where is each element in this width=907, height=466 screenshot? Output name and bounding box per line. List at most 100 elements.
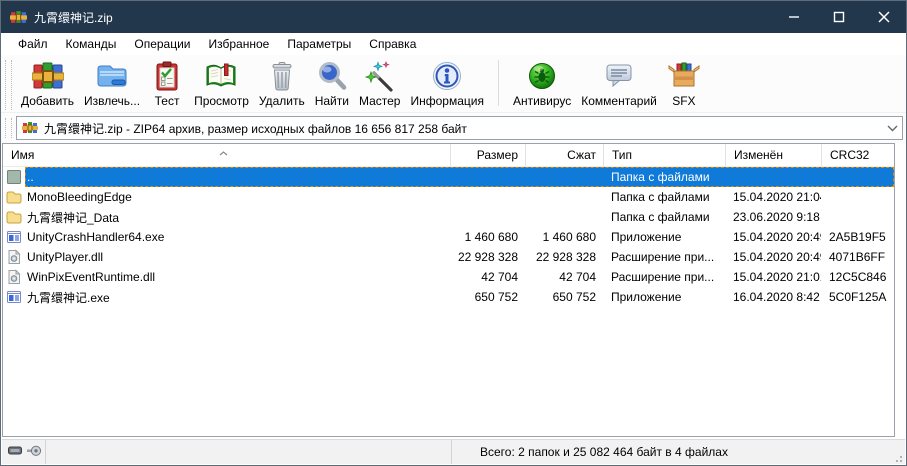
- column-header-crc32[interactable]: CRC32: [821, 144, 894, 166]
- toolbar-label: Удалить: [259, 94, 305, 108]
- file-modified: 15.04.2020 21:01: [725, 270, 821, 284]
- comment-icon: [602, 59, 636, 93]
- file-name: UnityPlayer.dll: [25, 250, 450, 264]
- find-button[interactable]: Найти: [310, 58, 354, 109]
- menu-operations[interactable]: Операции: [125, 33, 199, 55]
- folder-icon: [3, 209, 25, 225]
- toolbar-label: Информация: [410, 94, 483, 108]
- menu-commands[interactable]: Команды: [57, 33, 126, 55]
- table-row[interactable]: 九霄缳神记.exe 650 752 650 752 Приложение 16.…: [3, 287, 894, 307]
- toolbar-label: Мастер: [359, 94, 401, 108]
- comment-button[interactable]: Комментарий: [576, 58, 662, 109]
- column-header-modified[interactable]: Изменён: [725, 144, 821, 166]
- toolbar-label: Извлечь...: [84, 94, 140, 108]
- column-header-size[interactable]: Размер: [450, 144, 525, 166]
- menu-file[interactable]: Файл: [9, 33, 57, 55]
- window-title: 九霄缳神记.zip: [34, 9, 771, 26]
- archive-path-text: 九霄缳神记.zip - ZIP64 архив, размер исходных…: [44, 120, 883, 137]
- table-row[interactable]: WinPixEventRuntime.dll 42 704 42 704 Рас…: [3, 267, 894, 287]
- close-icon: [878, 11, 890, 23]
- file-crc32: 12C5C846: [821, 270, 894, 284]
- toolbar-label: Найти: [315, 94, 349, 108]
- file-list-panel: Имя Размер Сжат Тип Изменён CRC32 .. Пап…: [2, 143, 895, 437]
- info-button[interactable]: Информация: [405, 58, 488, 109]
- column-header-packed[interactable]: Сжат: [525, 144, 603, 166]
- maximize-icon: [833, 11, 845, 23]
- toolbar-label: Добавить: [21, 94, 74, 108]
- file-modified: 23.06.2020 9:18: [725, 210, 821, 224]
- toolbar-label: Антивирус: [513, 94, 571, 108]
- wizard-icon: [363, 59, 397, 93]
- extract-button[interactable]: Извлечь...: [79, 58, 145, 109]
- status-middle-section: [46, 440, 452, 464]
- file-packed: 650 752: [525, 290, 603, 304]
- toolbar-label: Комментарий: [581, 94, 657, 108]
- address-bar-row: 九霄缳神记.zip - ZIP64 архив, размер исходных…: [1, 113, 906, 143]
- info-icon: [430, 59, 464, 93]
- table-row[interactable]: .. Папка с файлами: [3, 167, 894, 187]
- status-total-text: Всего: 2 папок и 25 082 464 байт в 4 фай…: [480, 445, 728, 459]
- file-modified: 15.04.2020 20:49: [725, 250, 821, 264]
- title-bar: 九霄缳神记.zip: [1, 1, 906, 33]
- view-button[interactable]: Просмотр: [189, 58, 254, 109]
- antivirus-button[interactable]: Антивирус: [508, 58, 576, 109]
- file-name: MonoBleedingEdge: [25, 190, 450, 204]
- file-type: Папка с файлами: [603, 170, 725, 184]
- file-type: Приложение: [603, 230, 725, 244]
- file-packed: 1 460 680: [525, 230, 603, 244]
- status-icons-section: [2, 440, 46, 464]
- resize-grip[interactable]: [893, 452, 903, 462]
- disc-icon[interactable]: [27, 445, 42, 460]
- dll-file-icon: [3, 269, 25, 285]
- toolbar: Добавить Извлечь... Тест Просмотр Удалит…: [1, 55, 906, 113]
- exe-file-icon: [3, 229, 25, 245]
- find-icon: [315, 59, 349, 93]
- status-total-section: Всего: 2 папок и 25 082 464 байт в 4 фай…: [452, 440, 905, 464]
- toolbar-grip[interactable]: [5, 60, 12, 110]
- menu-help[interactable]: Справка: [360, 33, 425, 55]
- sfx-button[interactable]: SFX: [662, 58, 706, 109]
- sfx-icon: [667, 59, 701, 93]
- column-header-row: Имя Размер Сжат Тип Изменён CRC32: [3, 144, 894, 167]
- minimize-button[interactable]: [771, 1, 816, 33]
- file-crc32: 5C0F125A: [821, 290, 894, 304]
- menu-favorites[interactable]: Избранное: [200, 33, 279, 55]
- dll-file-icon: [3, 249, 25, 265]
- exe-file-icon: [3, 289, 25, 305]
- address-bar-grip[interactable]: [5, 118, 12, 138]
- chevron-down-icon[interactable]: [887, 121, 898, 135]
- table-row[interactable]: UnityPlayer.dll 22 928 328 22 928 328 Ра…: [3, 247, 894, 267]
- add-button[interactable]: Добавить: [16, 58, 79, 109]
- file-name: WinPixEventRuntime.dll: [25, 270, 450, 284]
- folder-icon: [3, 189, 25, 205]
- archive-path-combobox[interactable]: 九霄缳神记.zip - ZIP64 архив, размер исходных…: [16, 116, 903, 140]
- extract-icon: [95, 59, 129, 93]
- test-button[interactable]: Тест: [145, 58, 189, 109]
- status-bar: Всего: 2 папок и 25 082 464 байт в 4 фай…: [2, 439, 905, 464]
- menu-bar: Файл Команды Операции Избранное Параметр…: [1, 33, 906, 55]
- winrar-window: { "window": { "title": "九霄缳神记.zip" }, "m…: [0, 0, 907, 466]
- menu-options[interactable]: Параметры: [278, 33, 360, 55]
- file-name: ..: [25, 170, 450, 184]
- key-icon[interactable]: [8, 445, 23, 459]
- column-header-type[interactable]: Тип: [603, 144, 725, 166]
- table-row[interactable]: MonoBleedingEdge Папка с файлами 15.04.2…: [3, 187, 894, 207]
- file-size: 650 752: [450, 290, 525, 304]
- file-packed: 42 704: [525, 270, 603, 284]
- maximize-button[interactable]: [816, 1, 861, 33]
- view-icon: [204, 59, 238, 93]
- file-name: UnityCrashHandler64.exe: [25, 230, 450, 244]
- delete-button[interactable]: Удалить: [254, 58, 310, 109]
- file-type: Папка с файлами: [603, 190, 725, 204]
- toolbar-separator: [498, 60, 499, 106]
- close-button[interactable]: [861, 1, 906, 33]
- toolbar-label: SFX: [672, 94, 695, 108]
- table-row[interactable]: 九霄缳神记_Data Папка с файлами 23.06.2020 9:…: [3, 207, 894, 227]
- toolbar-label: Тест: [155, 94, 180, 108]
- sort-ascending-icon: [219, 145, 228, 159]
- wizard-button[interactable]: Мастер: [354, 58, 406, 109]
- table-row[interactable]: UnityCrashHandler64.exe 1 460 680 1 460 …: [3, 227, 894, 247]
- file-modified: 15.04.2020 20:49: [725, 230, 821, 244]
- folder-up-icon: [3, 169, 25, 185]
- file-modified: 16.04.2020 8:42: [725, 290, 821, 304]
